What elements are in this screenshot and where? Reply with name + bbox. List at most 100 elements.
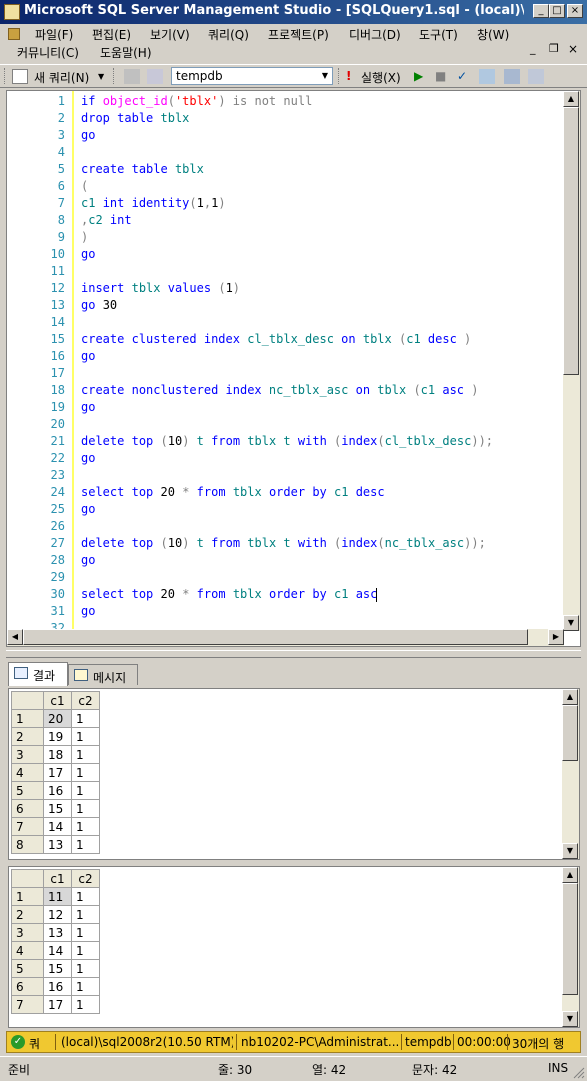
mdi-restore-button[interactable]: ❐ [549,42,559,55]
grid-corner[interactable] [11,869,44,888]
table-row[interactable]: 3 18 1 [11,745,100,764]
table-row[interactable]: 6 15 1 [11,799,100,818]
scroll-thumb[interactable] [563,107,579,375]
document-icon[interactable] [8,28,20,40]
grid-cell[interactable]: 1 [71,745,100,764]
results-to-text-icon[interactable] [504,69,520,84]
resize-grip-icon[interactable] [573,1067,585,1079]
grid-cell[interactable]: 1 [71,799,100,818]
grid-cell[interactable]: 1 [71,817,100,836]
grid-cell[interactable]: 1 [71,977,100,996]
row-header[interactable]: 4 [11,941,44,960]
menu-project[interactable]: 프로젝트(P) [268,26,329,43]
grid-vertical-scrollbar[interactable]: ▲ ▼ [562,867,579,1027]
grid-cell[interactable]: 14 [43,941,72,960]
mdi-close-button[interactable]: × [568,42,578,56]
grid-cell[interactable]: 16 [43,977,72,996]
menu-edit[interactable]: 편집(E) [92,26,131,43]
row-header[interactable]: 7 [11,817,44,836]
row-header[interactable]: 5 [11,781,44,800]
results-to-file-icon[interactable] [528,69,544,84]
grid-cell[interactable]: 1 [71,905,100,924]
row-header[interactable]: 4 [11,763,44,782]
row-header[interactable]: 6 [11,799,44,818]
grid-cell[interactable]: 16 [43,781,72,800]
grid-cell[interactable]: 1 [71,763,100,782]
grid-cell[interactable]: 1 [71,959,100,978]
table-row[interactable]: 7 14 1 [11,817,100,836]
grid-cell[interactable]: 12 [43,905,72,924]
grid-cell[interactable]: 1 [71,923,100,942]
menu-view[interactable]: 보기(V) [150,26,190,43]
grid-cell[interactable]: 13 [43,923,72,942]
toolbar-grip[interactable] [338,68,342,84]
row-header[interactable]: 3 [11,745,44,764]
grid-cell[interactable]: 17 [43,763,72,782]
menu-file[interactable]: 파일(F) [35,26,73,43]
results-grid-1[interactable]: c1 c2 1 20 1 2 19 1 3 18 1 4 17 1 5 16 1 6 15 1 7 14 1 8 13 1 ▲ ▼ [8,688,580,860]
grid-cell[interactable]: 17 [43,995,72,1014]
column-header[interactable]: c1 [43,869,72,888]
grid-cell[interactable]: 1 [71,781,100,800]
debug-play-icon[interactable]: ▶ [414,69,423,83]
row-header[interactable]: 5 [11,959,44,978]
menu-window[interactable]: 창(W) [477,26,509,43]
close-button[interactable]: × [567,4,583,18]
menu-help[interactable]: 도움말(H) [100,44,152,61]
chevron-down-icon[interactable]: ▼ [318,68,332,84]
grid-cell[interactable]: 1 [71,727,100,746]
query-editor[interactable]: 1 if object_id('tblx') is not null 2 drop t… [6,90,581,647]
toolbar-grip[interactable] [4,68,8,84]
execute-button[interactable]: 실행(X) [361,69,401,86]
scroll-up-icon[interactable]: ▲ [562,689,578,705]
new-query-button[interactable]: 새 쿼리(N) [34,69,89,86]
row-header[interactable]: 2 [11,727,44,746]
column-header[interactable]: c2 [71,869,100,888]
mdi-minimize-button[interactable]: _ [530,42,536,55]
toolbar-grip[interactable] [113,68,117,84]
grid-cell[interactable]: 13 [43,835,72,854]
row-header[interactable]: 6 [11,977,44,996]
scroll-down-icon[interactable]: ▼ [562,843,578,859]
grid-vertical-scrollbar[interactable]: ▲ ▼ [562,689,579,859]
column-header[interactable]: c1 [43,691,72,710]
grid-cell[interactable]: 11 [43,887,72,906]
connect-icon[interactable] [124,69,140,84]
row-header[interactable]: 8 [11,835,44,854]
scroll-up-icon[interactable]: ▲ [562,867,578,883]
table-row[interactable]: 2 19 1 [11,727,100,746]
grid-cell[interactable]: 1 [71,995,100,1014]
table-row[interactable]: 2 12 1 [11,905,100,924]
grid-cell[interactable]: 20 [43,709,72,728]
menu-query[interactable]: 쿼리(Q) [208,26,249,43]
grid-corner[interactable] [11,691,44,710]
table-row[interactable]: 1 20 1 [11,709,100,728]
results-to-grid-icon[interactable] [479,69,495,84]
row-header[interactable]: 2 [11,905,44,924]
change-connection-icon[interactable] [147,69,163,84]
new-query-icon[interactable] [12,69,28,84]
grid-cell[interactable]: 18 [43,745,72,764]
row-header[interactable]: 7 [11,995,44,1014]
scroll-down-icon[interactable]: ▼ [563,615,579,631]
scroll-right-icon[interactable]: ▶ [548,629,564,645]
stop-icon[interactable]: ■ [435,69,446,83]
scroll-thumb[interactable] [562,705,578,761]
pane-splitter[interactable] [6,650,581,658]
table-row[interactable]: 4 17 1 [11,763,100,782]
table-row[interactable]: 6 16 1 [11,977,100,996]
grid-cell[interactable]: 14 [43,817,72,836]
row-header[interactable]: 1 [11,709,44,728]
table-row[interactable]: 4 14 1 [11,941,100,960]
tab-results[interactable]: 결과 [8,662,68,686]
results-grid-2[interactable]: c1 c2 1 11 1 2 12 1 3 13 1 4 14 1 5 15 1 6 16 1 7 17 1 ▲ ▼ [8,866,580,1028]
table-row[interactable]: 7 17 1 [11,995,100,1014]
maximize-button[interactable]: □ [549,4,565,18]
database-select[interactable]: tempdb ▼ [171,67,333,85]
grid-cell[interactable]: 15 [43,799,72,818]
table-row[interactable]: 5 15 1 [11,959,100,978]
execute-icon[interactable]: ! [346,69,351,83]
editor-vertical-scrollbar[interactable]: ▲ ▼ [563,91,580,631]
menu-debug[interactable]: 디버그(D) [349,26,401,43]
table-row[interactable]: 8 13 1 [11,835,100,854]
